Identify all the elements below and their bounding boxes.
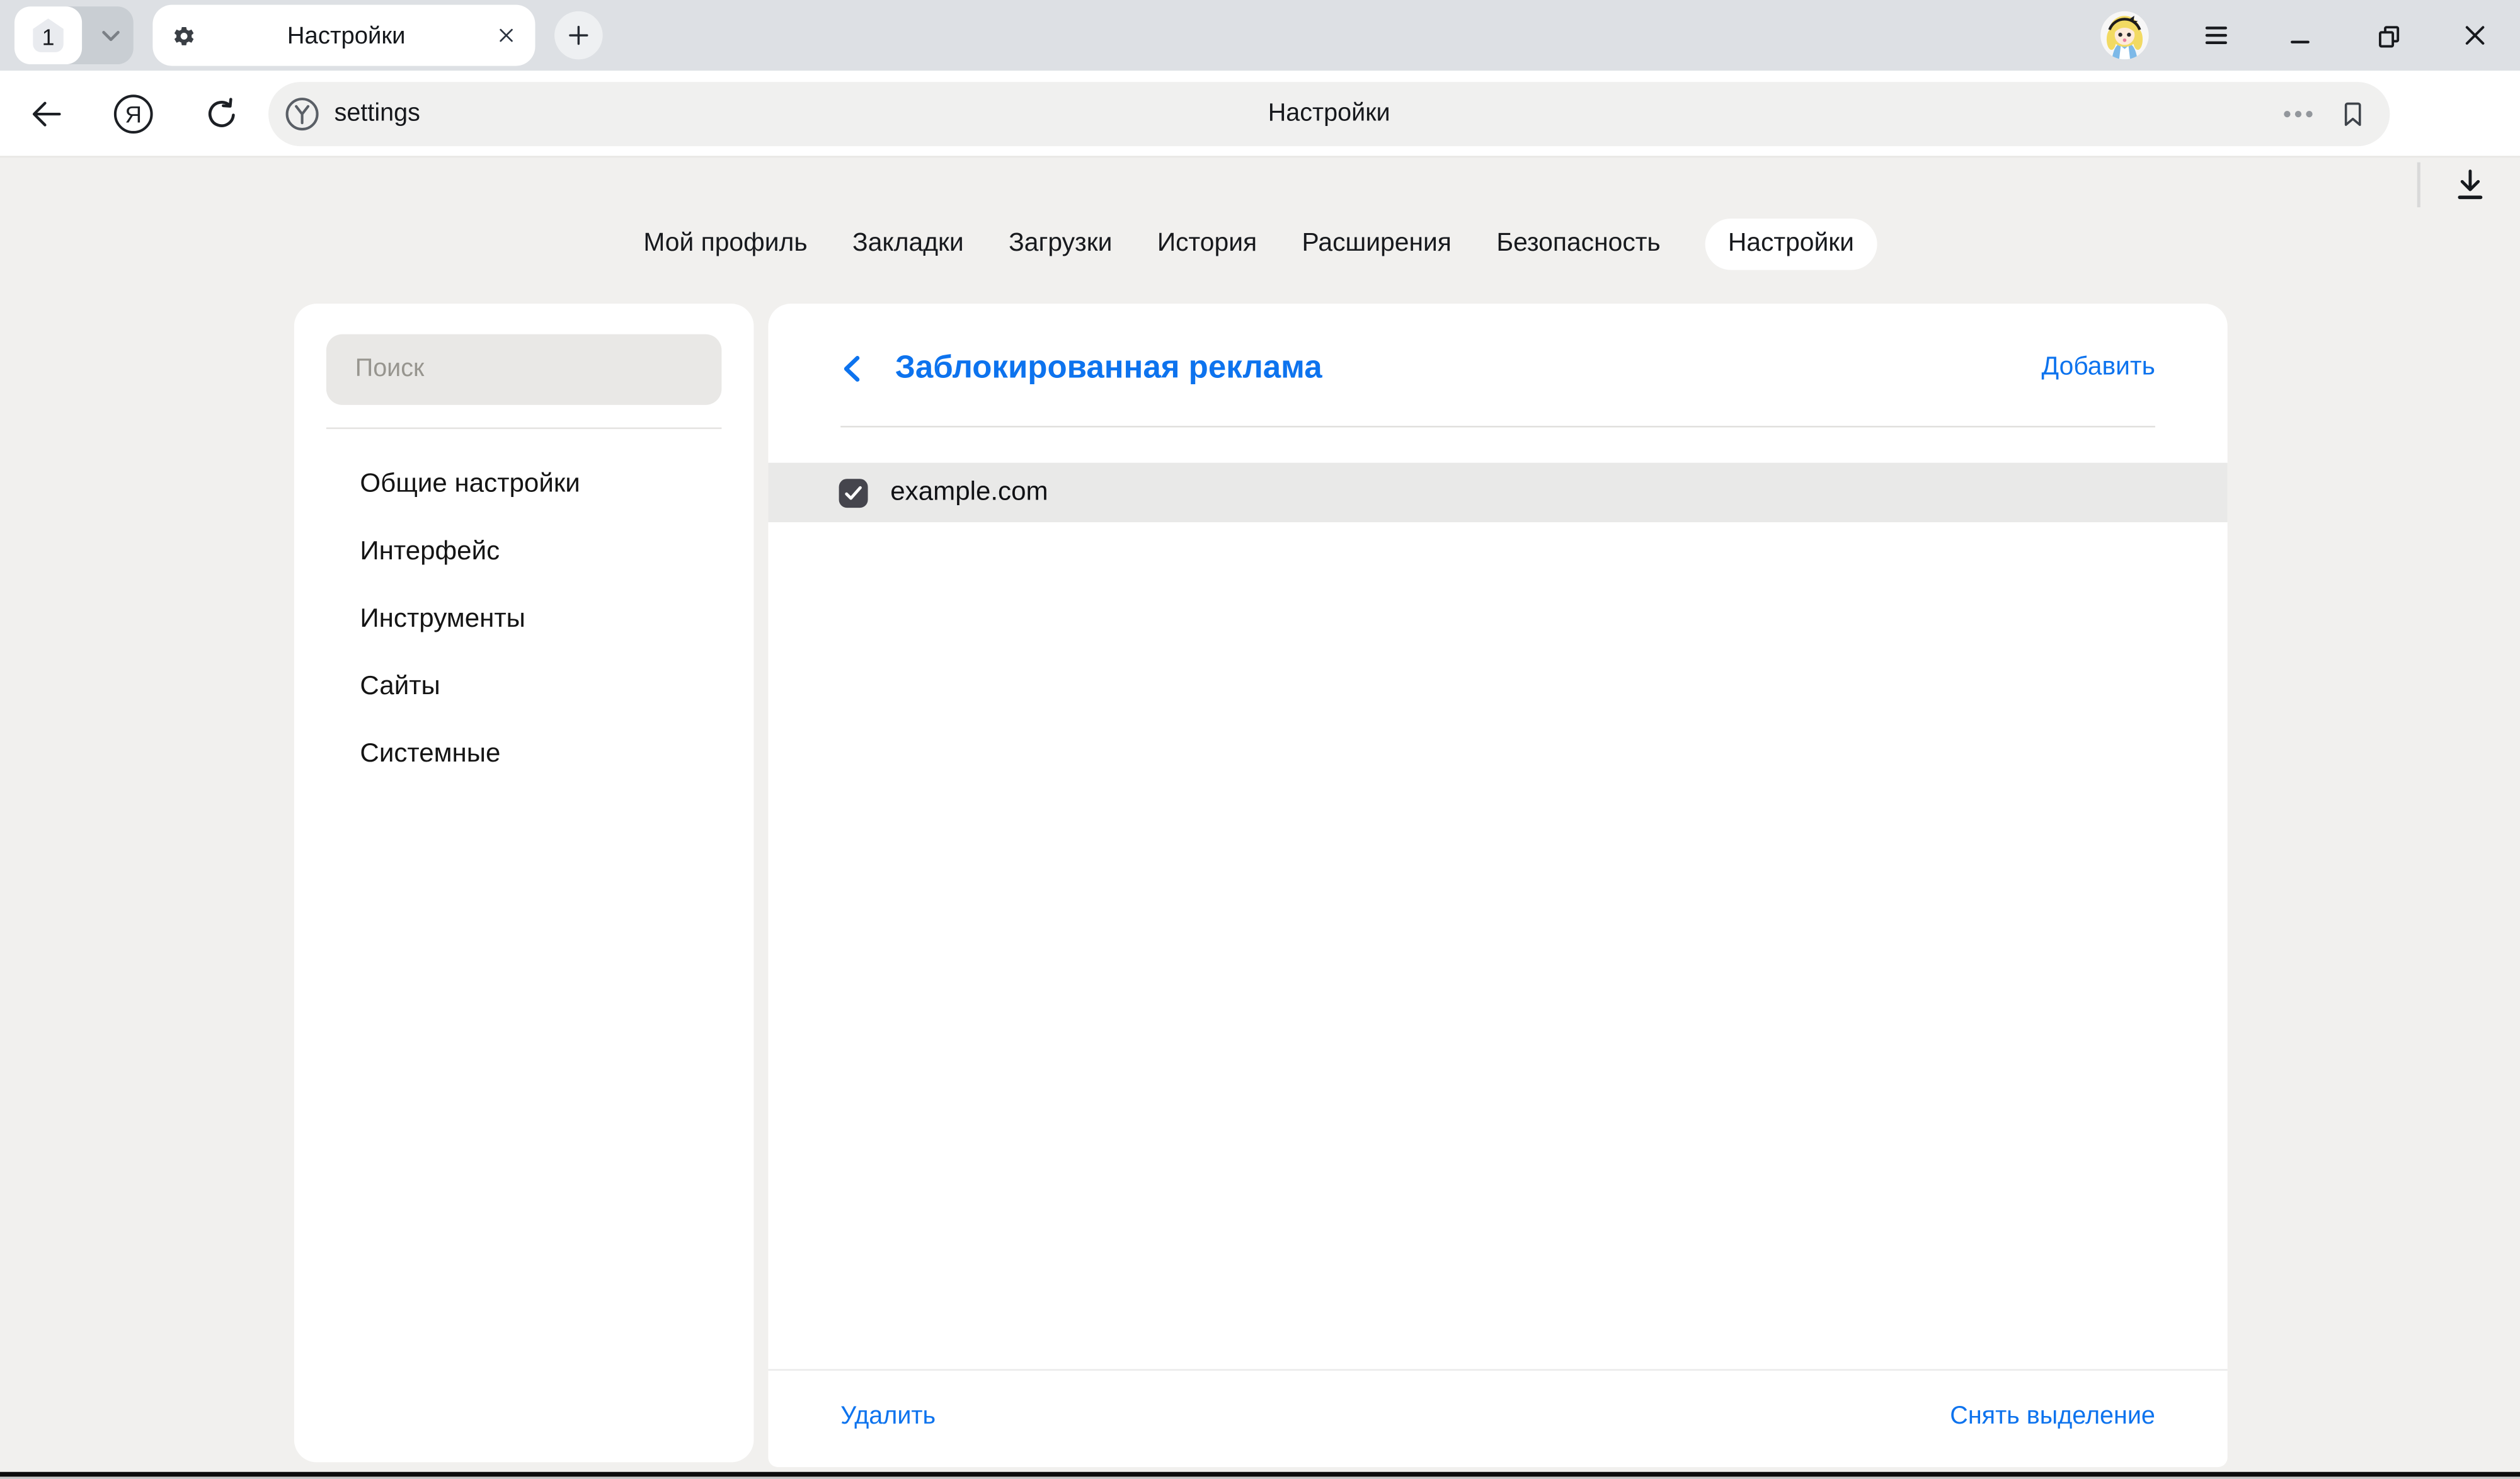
tab-bookmarks[interactable]: Закладки bbox=[852, 219, 964, 270]
site-badge-icon[interactable] bbox=[285, 96, 320, 132]
tab-count: 1 bbox=[27, 14, 69, 56]
tab-close-icon[interactable] bbox=[495, 24, 518, 47]
sidebar-item-sites[interactable]: Сайты bbox=[294, 653, 754, 720]
deselect-button[interactable]: Снять выделение bbox=[1950, 1403, 2155, 1432]
svg-text:Я: Я bbox=[125, 101, 142, 127]
panel-title: Заблокированная реклама bbox=[895, 350, 1322, 387]
tab-settings[interactable]: Настройки bbox=[1705, 219, 1877, 270]
active-tab[interactable]: Настройки bbox=[152, 5, 535, 66]
tab-strip: 1 Настройки bbox=[0, 0, 2520, 71]
address-bar[interactable]: settings Настройки bbox=[268, 82, 2390, 146]
settings-nav-tabs: Мой профиль Закладки Загрузки История Ра… bbox=[0, 219, 2520, 270]
browser-window: 1 Настройки bbox=[0, 0, 2520, 1479]
window-minimize-button[interactable] bbox=[2284, 18, 2319, 53]
tab-extensions[interactable]: Расширения bbox=[1302, 219, 1452, 270]
more-actions-icon[interactable] bbox=[2281, 96, 2316, 132]
panel-back-icon[interactable] bbox=[839, 355, 865, 382]
blocked-site-row[interactable]: example.com bbox=[768, 463, 2227, 522]
tabs-shield-icon: 1 bbox=[27, 14, 69, 56]
panel-footer-divider bbox=[768, 1369, 2227, 1371]
sidebar-item-general[interactable]: Общие настройки bbox=[294, 450, 754, 517]
delete-button[interactable]: Удалить bbox=[840, 1403, 936, 1432]
tab-title: Настройки bbox=[198, 21, 495, 49]
search-input[interactable] bbox=[326, 334, 722, 405]
bookmark-icon[interactable] bbox=[2337, 98, 2369, 130]
row-checkbox[interactable] bbox=[839, 478, 868, 507]
back-button[interactable] bbox=[27, 95, 66, 134]
sidebar-divider bbox=[326, 428, 722, 430]
browser-toolbar: Я settings Настройки bbox=[0, 71, 2520, 157]
sidebar-item-tools[interactable]: Инструменты bbox=[294, 585, 754, 653]
blocked-ads-panel: Заблокированная реклама Добавить example… bbox=[768, 304, 2227, 1467]
downloads-button[interactable] bbox=[2449, 164, 2491, 205]
yandex-logo-button[interactable]: Я bbox=[113, 93, 154, 135]
new-tab-button[interactable] bbox=[554, 11, 603, 60]
refresh-button[interactable] bbox=[202, 95, 241, 134]
settings-sidebar: Общие настройки Интерфейс Инструменты Са… bbox=[294, 304, 754, 1462]
browser-menu-icon[interactable] bbox=[2199, 18, 2234, 53]
add-button[interactable]: Добавить bbox=[2042, 353, 2155, 382]
tab-history[interactable]: История bbox=[1157, 219, 1257, 270]
window-bottom-border bbox=[0, 1476, 2520, 1479]
sidebar-items: Общие настройки Интерфейс Инструменты Са… bbox=[294, 450, 754, 787]
window-restore-button[interactable] bbox=[2371, 18, 2406, 53]
tab-counter-group: 1 bbox=[14, 6, 134, 64]
sidebar-item-system[interactable]: Системные bbox=[294, 720, 754, 787]
blocked-site-domain: example.com bbox=[890, 477, 1048, 508]
omnibox-page-title: Настройки bbox=[268, 82, 2390, 146]
toolbar-divider bbox=[2417, 163, 2420, 207]
panel-header-divider bbox=[840, 426, 2155, 428]
profile-avatar[interactable] bbox=[2100, 11, 2149, 60]
tab-my-profile[interactable]: Мой профиль bbox=[643, 219, 807, 270]
sidebar-item-interface[interactable]: Интерфейс bbox=[294, 517, 754, 585]
gear-icon bbox=[170, 21, 197, 49]
tab-counter-button[interactable]: 1 bbox=[14, 6, 82, 64]
window-close-button[interactable] bbox=[2458, 18, 2493, 53]
tab-downloads[interactable]: Загрузки bbox=[1009, 219, 1112, 270]
tab-security[interactable]: Безопасность bbox=[1496, 219, 1660, 270]
url-text[interactable]: settings bbox=[335, 82, 420, 146]
tab-list-chevron-icon[interactable] bbox=[96, 21, 125, 50]
window-bottom-edge bbox=[0, 1471, 2520, 1476]
